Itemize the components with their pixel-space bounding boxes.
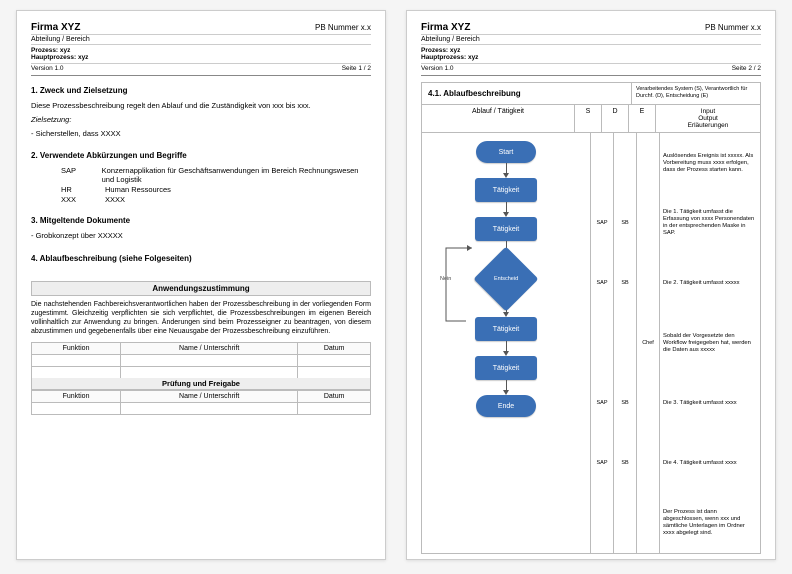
- section-abbreviations: 2. Verwendete Abkürzungen und Begriffe S…: [31, 151, 371, 204]
- col-date: Datum: [298, 342, 371, 354]
- version-label: Version 1.0: [31, 65, 64, 72]
- doc-item: - Grobkonzept über XXXXX: [31, 231, 371, 241]
- version-label: Version 1.0: [421, 65, 454, 72]
- node-task: Tätigkeit: [475, 178, 537, 202]
- section-documents: 3. Mitgeltende Dokumente - Grobkonzept ü…: [31, 216, 371, 241]
- node-task: Tätigkeit: [475, 356, 537, 380]
- col-e: E: [629, 105, 656, 132]
- department: Abteilung / Bereich: [421, 36, 480, 43]
- flow-column-headers: Ablauf / Tätigkeit S D E Input Output Er…: [422, 105, 760, 133]
- flow-frame: 4.1. Ablaufbeschreibung Verarbeitendes S…: [421, 82, 761, 554]
- section-purpose: 1. Zweck und Zielsetzung Diese Prozessbe…: [31, 86, 371, 139]
- column-responsible: SBSBSBSB: [614, 133, 637, 553]
- flow-title: 4.1. Ablaufbeschreibung: [422, 83, 631, 104]
- flow-legend: Verarbeitendes System (S), Verantwortlic…: [631, 83, 760, 104]
- process-label: Prozess: xyz: [31, 47, 70, 54]
- col-function: Funktion: [32, 390, 121, 402]
- page-number: Seite 2 / 2: [732, 65, 761, 72]
- process-block: Prozess: xyz Hauptprozess: xyz: [421, 45, 761, 64]
- main-process-label: Hauptprozess: xyz: [31, 54, 88, 61]
- goal-item: - Sicherstellen, dass XXXX: [31, 129, 371, 139]
- column-io: Auslösendes Ereignis ist xxxxx. Als Vorb…: [660, 133, 760, 553]
- section-text: Diese Prozessbeschreibung regelt den Abl…: [31, 101, 371, 111]
- page-header: Firma XYZ PB Nummer x.x Abteilung / Bere…: [421, 21, 761, 76]
- page-header: Firma XYZ PB Nummer x.x Abteilung / Bere…: [31, 21, 371, 76]
- section-flow-ref: 4. Ablaufbeschreibung (siehe Folgeseiten…: [31, 254, 371, 263]
- approval-text: Die nachstehenden Fachbereichsverantwort…: [31, 300, 371, 336]
- pb-number: PB Nummer x.x: [315, 23, 371, 32]
- node-decision: Entscheid: [473, 247, 538, 312]
- page-number: Seite 1 / 2: [342, 65, 371, 72]
- review-heading: Prüfung und Freigabe: [31, 378, 371, 390]
- col-io: Input Output Erläuterungen: [656, 105, 760, 132]
- section-title: 1. Zweck und Zielsetzung: [31, 86, 371, 95]
- flowchart: Start Tätigkeit Tätigkeit Entscheid Nein…: [422, 133, 591, 553]
- column-system: SAPSAPSAPSAP: [591, 133, 614, 553]
- section-title: 4. Ablaufbeschreibung (siehe Folgeseiten…: [31, 254, 371, 263]
- abbr-row: SAPKonzernapplikation für Geschäftsanwen…: [61, 166, 371, 184]
- company-name: Firma XYZ: [421, 22, 470, 33]
- col-function: Funktion: [32, 342, 121, 354]
- col-d: D: [602, 105, 629, 132]
- node-task: Tätigkeit: [475, 317, 537, 341]
- col-flow: Ablauf / Tätigkeit: [422, 105, 575, 132]
- department: Abteilung / Bereich: [31, 36, 90, 43]
- approval-heading: Anwendungszustimmung: [31, 281, 371, 296]
- col-date: Datum: [298, 390, 371, 402]
- section-title: 3. Mitgeltende Dokumente: [31, 216, 371, 225]
- col-name: Name / Unterschrift: [121, 390, 298, 402]
- page-1: Firma XYZ PB Nummer x.x Abteilung / Bere…: [16, 10, 386, 560]
- abbr-row: XXXXXXX: [61, 195, 371, 204]
- abbr-row: HRHuman Ressources: [61, 185, 371, 194]
- page-2: Firma XYZ PB Nummer x.x Abteilung / Bere…: [406, 10, 776, 560]
- company-name: Firma XYZ: [31, 22, 80, 33]
- node-start: Start: [476, 141, 536, 163]
- flow-body: Start Tätigkeit Tätigkeit Entscheid Nein…: [422, 133, 760, 553]
- approval-table: Funktion Name / Unterschrift Datum: [31, 342, 371, 379]
- pb-number: PB Nummer x.x: [705, 23, 761, 32]
- goal-label: Zielsetzung:: [31, 115, 371, 125]
- col-s: S: [575, 105, 602, 132]
- col-name: Name / Unterschrift: [121, 342, 298, 354]
- process-block: Prozess: xyz Hauptprozess: xyz: [31, 45, 371, 64]
- section-title: 2. Verwendete Abkürzungen und Begriffe: [31, 151, 371, 160]
- node-end: Ende: [476, 395, 536, 417]
- column-decision: Chef: [637, 133, 660, 553]
- label-no: Nein: [440, 276, 451, 282]
- review-table: Funktion Name / Unterschrift Datum: [31, 390, 371, 415]
- node-task: Tätigkeit: [475, 217, 537, 241]
